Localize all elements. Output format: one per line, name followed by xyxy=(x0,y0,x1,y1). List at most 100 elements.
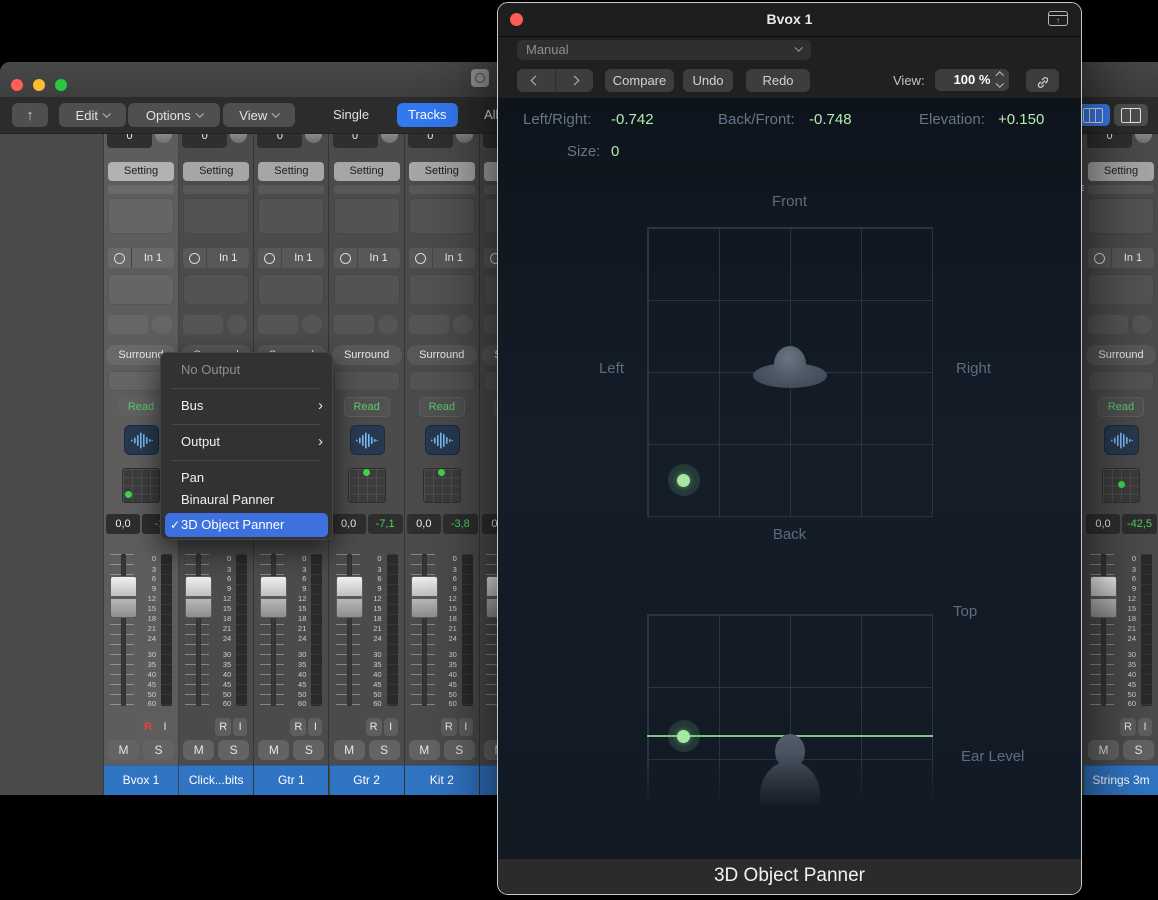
mute-button[interactable]: M xyxy=(258,740,289,760)
output-button[interactable]: Surround xyxy=(332,345,402,365)
eq-slot[interactable] xyxy=(1088,198,1154,234)
gain-knob[interactable] xyxy=(230,133,247,143)
solo-button[interactable]: S xyxy=(369,740,400,760)
fader-cap[interactable] xyxy=(260,576,287,618)
automation-mode-button[interactable]: Read xyxy=(344,397,390,417)
menu-item-output[interactable]: Output› xyxy=(160,431,333,453)
audio-fx-slot[interactable] xyxy=(409,274,475,305)
record-enable-button[interactable]: R xyxy=(366,718,382,736)
output-button[interactable]: Surround xyxy=(407,345,477,365)
menu-item-pan[interactable]: Pan xyxy=(160,467,333,489)
fader-cap[interactable] xyxy=(1090,576,1117,618)
setting-button[interactable]: Setting xyxy=(1088,162,1154,181)
send-knob[interactable] xyxy=(453,315,473,334)
channel-name[interactable]: Click...bits xyxy=(179,765,253,795)
open-in-window-icon[interactable]: ↑ xyxy=(1048,11,1068,26)
pan-mini-grid[interactable] xyxy=(122,468,160,503)
menu-button-edit[interactable]: Edit xyxy=(59,103,126,127)
mute-button[interactable]: M xyxy=(183,740,214,760)
menu-button-options[interactable]: Options xyxy=(128,103,220,127)
tab-tracks[interactable]: Tracks xyxy=(397,103,458,127)
solo-button[interactable]: S xyxy=(143,740,174,760)
minimize-button[interactable] xyxy=(33,79,45,91)
solo-button[interactable]: S xyxy=(218,740,249,760)
eq-slot[interactable] xyxy=(183,198,249,234)
automation-mode-button[interactable]: Read xyxy=(419,397,465,417)
db-peak-value[interactable]: -7,1 xyxy=(368,514,403,534)
channel-name[interactable]: Gtr 2 xyxy=(330,765,404,795)
menu-item-no-output[interactable]: No Output xyxy=(160,359,333,381)
eq-slot[interactable] xyxy=(108,198,174,234)
undo-button[interactable]: Undo xyxy=(683,69,733,92)
pan-mini-grid[interactable] xyxy=(1102,468,1140,503)
db-value[interactable]: 0,0 xyxy=(407,514,441,534)
zoom-button[interactable] xyxy=(55,79,67,91)
track-waveform-icon[interactable] xyxy=(425,425,460,455)
send-knob[interactable] xyxy=(302,315,322,334)
send-knob[interactable] xyxy=(227,315,247,334)
db-value[interactable]: 0,0 xyxy=(106,514,140,534)
input-monitor-button[interactable]: I xyxy=(384,718,398,736)
tab-single[interactable]: Single xyxy=(322,103,380,127)
input-monitor-button[interactable]: I xyxy=(1138,718,1152,736)
setting-button[interactable]: Setting xyxy=(409,162,475,181)
record-enable-button[interactable]: R xyxy=(140,718,156,736)
send-slot[interactable] xyxy=(108,315,148,334)
fader-cap[interactable] xyxy=(110,576,137,618)
channel-name[interactable]: Bvox 1 xyxy=(104,765,178,795)
track-waveform-icon[interactable] xyxy=(1104,425,1139,455)
param-value[interactable]: -0.748 xyxy=(809,111,852,128)
channel-name[interactable]: Kit 2 xyxy=(405,765,479,795)
view-toggle-wide-button[interactable] xyxy=(1114,104,1148,126)
compare-button[interactable]: Compare xyxy=(605,69,674,92)
close-button[interactable] xyxy=(11,79,23,91)
group-slot[interactable] xyxy=(409,371,475,391)
gain-knob[interactable] xyxy=(1135,133,1152,143)
automation-mode-button[interactable]: Read xyxy=(1098,397,1144,417)
input-slot[interactable]: In 1 xyxy=(108,248,174,268)
solo-button[interactable]: S xyxy=(293,740,324,760)
volume-value-box[interactable]: 0 xyxy=(1087,133,1132,148)
db-value[interactable]: 0,0 xyxy=(1086,514,1120,534)
previous-preset-button[interactable] xyxy=(517,69,555,92)
setting-button[interactable]: Setting xyxy=(183,162,249,181)
volume-value-box[interactable]: 0 xyxy=(257,133,302,148)
input-monitor-button[interactable]: I xyxy=(308,718,322,736)
menu-button-view[interactable]: View xyxy=(223,103,295,127)
gain-knob[interactable] xyxy=(155,133,172,143)
eq-slot[interactable] xyxy=(258,198,324,234)
send-knob[interactable] xyxy=(152,315,172,334)
send-knob[interactable] xyxy=(1132,315,1152,334)
input-monitor-button[interactable]: I xyxy=(233,718,247,736)
eq-slot[interactable] xyxy=(334,198,400,234)
redo-button[interactable]: Redo xyxy=(746,69,810,92)
mute-button[interactable]: M xyxy=(334,740,365,760)
solo-button[interactable]: S xyxy=(1123,740,1154,760)
record-enable-button[interactable]: R xyxy=(290,718,306,736)
link-button[interactable] xyxy=(1026,69,1059,92)
eq-slot[interactable] xyxy=(409,198,475,234)
send-slot[interactable] xyxy=(409,315,449,334)
gain-knob[interactable] xyxy=(381,133,398,143)
send-slot[interactable] xyxy=(183,315,223,334)
pan-mini-grid[interactable] xyxy=(348,468,386,503)
send-knob[interactable] xyxy=(378,315,398,334)
audio-fx-slot[interactable] xyxy=(1088,274,1154,305)
send-slot[interactable] xyxy=(1088,315,1128,334)
fader-cap[interactable] xyxy=(336,576,363,618)
input-slot[interactable]: In 1 xyxy=(334,248,400,268)
send-slot[interactable] xyxy=(258,315,298,334)
channel-name[interactable]: Gtr 1 xyxy=(254,765,328,795)
audio-fx-slot[interactable] xyxy=(183,274,249,305)
record-enable-button[interactable]: R xyxy=(441,718,457,736)
hide-mixer-button[interactable]: ↑ xyxy=(12,103,48,127)
menu-item-3d-object-panner[interactable]: ✓3D Object Panner xyxy=(165,513,328,537)
record-enable-button[interactable]: R xyxy=(215,718,231,736)
volume-value-box[interactable]: 0 xyxy=(408,133,453,148)
fader-cap[interactable] xyxy=(411,576,438,618)
pan-mini-grid[interactable] xyxy=(423,468,461,503)
input-monitor-button[interactable]: I xyxy=(459,718,473,736)
menu-item-binaural-panner[interactable]: Binaural Panner xyxy=(160,489,333,511)
automation-mode-button[interactable]: Read xyxy=(118,397,164,417)
gain-knob[interactable] xyxy=(305,133,322,143)
